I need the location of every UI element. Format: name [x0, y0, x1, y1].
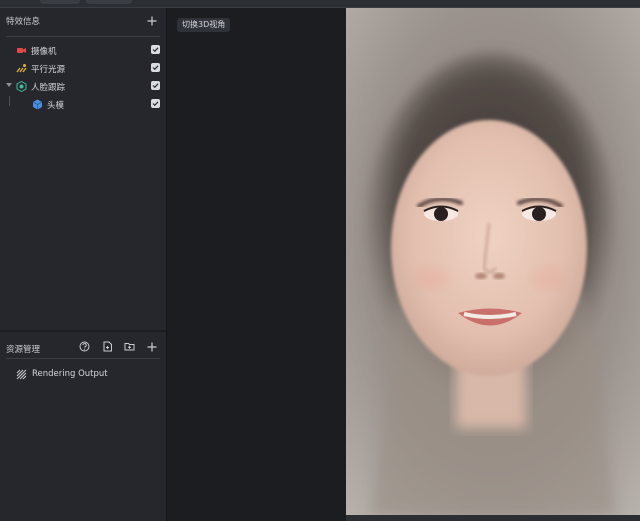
- visibility-checkbox[interactable]: [151, 81, 160, 90]
- camera-icon: [16, 45, 27, 56]
- toggle-3d-view-button[interactable]: 切换3D视角: [177, 18, 231, 32]
- divider: [6, 358, 160, 359]
- new-folder-icon[interactable]: [123, 340, 135, 352]
- tree-item-label: 人脸跟踪: [31, 83, 66, 93]
- rendering-output-icon: [16, 369, 27, 383]
- resource-item-rendering-output[interactable]: Rendering Output: [0, 367, 166, 383]
- divider: [6, 36, 160, 37]
- visibility-checkbox[interactable]: [151, 99, 160, 108]
- new-file-icon[interactable]: [101, 340, 113, 352]
- face-tracking-icon: [16, 80, 27, 93]
- effects-panel-header: 特效信息: [0, 8, 166, 34]
- tree-item-face-tracking[interactable]: 人脸跟踪: [0, 79, 166, 95]
- viewport-bottom-strip: [346, 515, 640, 521]
- plus-icon[interactable]: [146, 341, 158, 353]
- render-canvas[interactable]: [346, 8, 640, 515]
- effects-panel-title: 特效信息: [6, 17, 41, 27]
- left-panel: 特效信息 摄像机 平行光源 人脸跟踪 头模 资源管理 Rendering Out…: [0, 8, 167, 521]
- visibility-checkbox[interactable]: [151, 45, 160, 54]
- light-icon: [16, 63, 27, 74]
- visibility-checkbox[interactable]: [151, 63, 160, 72]
- tree-item-directional-light[interactable]: 平行光源: [0, 61, 166, 77]
- tree-item-label: 头模: [47, 101, 65, 111]
- resource-item-label: Rendering Output: [32, 369, 108, 379]
- resource-panel-title: 资源管理: [6, 345, 41, 355]
- tree-item-head-model[interactable]: 头模: [0, 97, 166, 113]
- plus-icon[interactable]: [146, 15, 158, 27]
- tree-item-label: 摄像机: [31, 47, 57, 57]
- panel-splitter[interactable]: [0, 330, 166, 332]
- face-render-image: [346, 8, 640, 515]
- top-toolbar: [0, 0, 640, 8]
- expand-caret-icon[interactable]: [6, 83, 12, 87]
- tree-item-label: 平行光源: [31, 65, 66, 75]
- toolbar-tab[interactable]: [40, 0, 80, 4]
- tree-item-camera[interactable]: 摄像机: [0, 43, 166, 59]
- toolbar-tab[interactable]: [86, 0, 132, 4]
- help-icon[interactable]: [78, 340, 90, 352]
- viewport[interactable]: 切换3D视角: [167, 8, 640, 521]
- head-model-icon: [32, 99, 43, 110]
